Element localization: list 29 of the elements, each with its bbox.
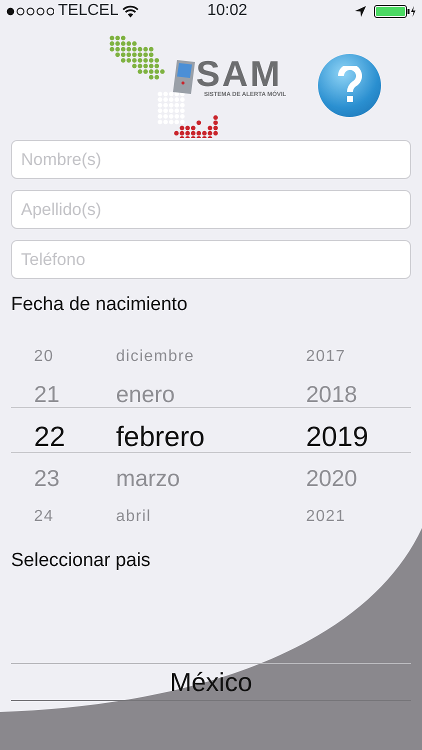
wifi-icon <box>122 4 140 18</box>
phone-icon <box>172 58 196 96</box>
picker-option[interactable]: diciembre <box>116 340 194 374</box>
picker-option[interactable]: 2017 <box>306 340 346 374</box>
carrier-name: TELCEL <box>58 1 118 21</box>
location-arrow-icon <box>354 6 366 16</box>
question-mark-icon <box>338 66 362 104</box>
clock-time: 10:02 <box>207 1 248 21</box>
picker-option[interactable]: 24 <box>34 500 54 534</box>
picker-option[interactable]: 20 <box>34 340 54 374</box>
picker-option[interactable]: 23 <box>34 458 60 500</box>
text-field[interactable]: Teléfono <box>11 240 411 279</box>
section-label: Fecha de nacimiento <box>11 293 188 317</box>
picker-option[interactable]: 2019 <box>306 416 368 458</box>
section-label: Seleccionar pais <box>11 548 152 572</box>
signal-icon <box>6 6 54 16</box>
picker-option[interactable]: 21 <box>34 374 60 416</box>
picker-option[interactable]: abril <box>116 500 152 534</box>
picker-option[interactable]: 2020 <box>306 458 358 500</box>
picker-option[interactable]: enero <box>116 374 175 416</box>
text-field[interactable]: Apellido(s) <box>11 190 411 229</box>
picker-option[interactable]: 2018 <box>306 374 358 416</box>
logo-title: SAM <box>196 56 282 92</box>
picker-option[interactable]: 22 <box>34 416 66 458</box>
battery-icon <box>374 4 416 18</box>
picker-option[interactable]: 2021 <box>306 500 346 534</box>
text-field[interactable]: Nombre(s) <box>11 140 411 179</box>
picker-option[interactable]: marzo <box>116 458 180 500</box>
picker-option[interactable]: febrero <box>116 416 205 458</box>
